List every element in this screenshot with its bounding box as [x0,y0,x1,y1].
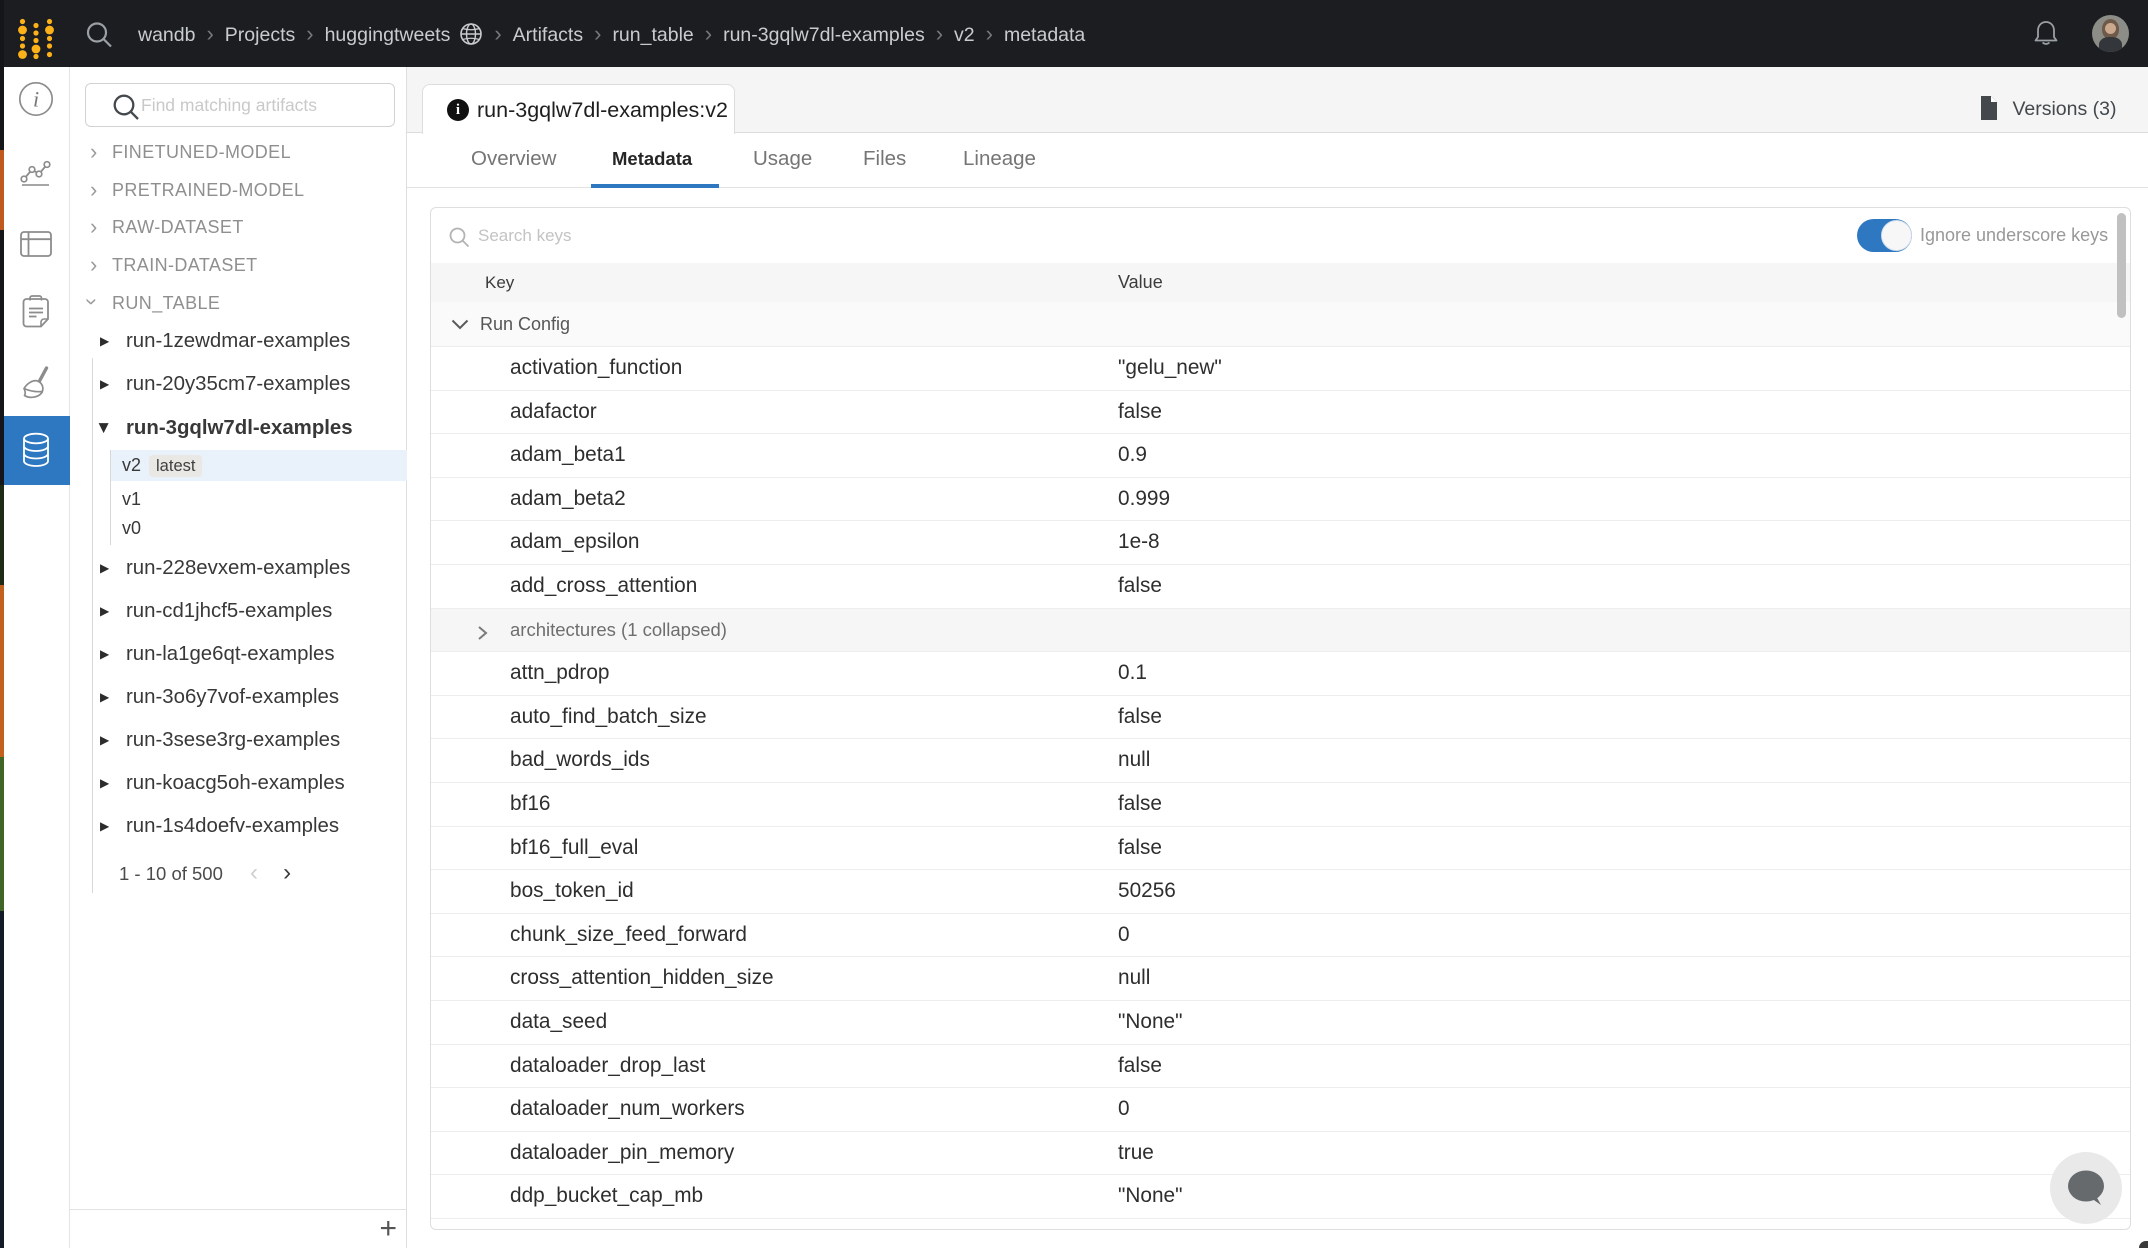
svg-text:i: i [33,87,39,112]
